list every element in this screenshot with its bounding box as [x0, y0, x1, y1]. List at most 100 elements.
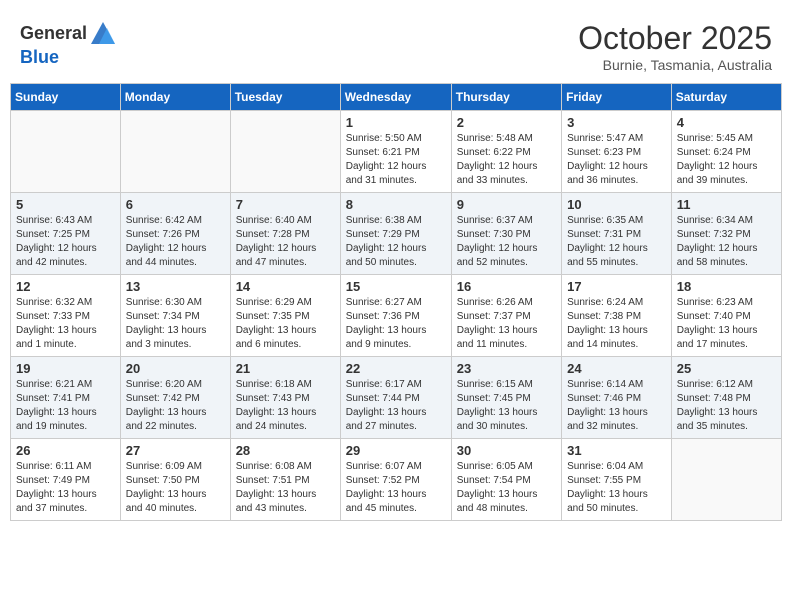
calendar-cell: 16 Sunrise: 6:26 AM Sunset: 7:37 PM Dayli…	[451, 275, 561, 357]
day-info: Sunrise: 6:34 AM Sunset: 7:32 PM Dayligh…	[677, 214, 776, 270]
calendar-week-row: 1 Sunrise: 5:50 AM Sunset: 6:21 PM Daylig…	[11, 111, 782, 193]
title-block: October 2025 Burnie, Tasmania, Australia	[578, 20, 772, 73]
day-info: Sunrise: 5:48 AM Sunset: 6:22 PM Dayligh…	[457, 132, 556, 188]
calendar-cell: 30 Sunrise: 6:05 AM Sunset: 7:54 PM Dayli…	[451, 439, 561, 521]
calendar-cell	[230, 111, 340, 193]
calendar-cell: 7Sunrise: 6:40 AM Sunset: 7:28 PM Daylig…	[230, 193, 340, 275]
day-info: Sunrise: 6:30 AM Sunset: 7:34 PM Dayligh…	[126, 296, 225, 352]
weekday-header-thursday: Thursday	[451, 84, 561, 111]
day-info: Sunrise: 6:17 AM Sunset: 7:44 PM Dayligh…	[346, 378, 446, 434]
calendar-cell: 3Sunrise: 5:47 AM Sunset: 6:23 PM Daylig…	[562, 111, 672, 193]
day-number: 28	[236, 443, 335, 458]
day-number: 20	[126, 361, 225, 376]
calendar-cell: 4 Sunrise: 5:45 AM Sunset: 6:24 PM Daylig…	[671, 111, 781, 193]
calendar-week-row: 19 Sunrise: 6:21 AM Sunset: 7:41 PM Dayli…	[11, 357, 782, 439]
day-number: 15	[346, 279, 446, 294]
weekday-header-tuesday: Tuesday	[230, 84, 340, 111]
calendar-cell: 13 Sunrise: 6:30 AM Sunset: 7:34 PM Dayli…	[120, 275, 230, 357]
calendar-cell: 17 Sunrise: 6:24 AM Sunset: 7:38 PM Dayli…	[562, 275, 672, 357]
calendar-table: SundayMondayTuesdayWednesdayThursdayFrid…	[10, 83, 782, 521]
month-title: October 2025	[578, 20, 772, 57]
calendar-cell: 23 Sunrise: 6:15 AM Sunset: 7:45 PM Dayli…	[451, 357, 561, 439]
day-info: Sunrise: 6:27 AM Sunset: 7:36 PM Dayligh…	[346, 296, 446, 352]
day-number: 14	[236, 279, 335, 294]
day-info: Sunrise: 5:50 AM Sunset: 6:21 PM Dayligh…	[346, 132, 446, 188]
location-title: Burnie, Tasmania, Australia	[578, 57, 772, 73]
calendar-cell: 31Sunrise: 6:04 AM Sunset: 7:55 PM Dayli…	[562, 439, 672, 521]
weekday-header-sunday: Sunday	[11, 84, 121, 111]
calendar-cell: 8 Sunrise: 6:38 AM Sunset: 7:29 PM Daylig…	[340, 193, 451, 275]
day-number: 10	[567, 197, 666, 212]
day-info: Sunrise: 6:24 AM Sunset: 7:38 PM Dayligh…	[567, 296, 666, 352]
logo-general: General	[20, 24, 87, 44]
weekday-header-friday: Friday	[562, 84, 672, 111]
calendar-cell: 12Sunrise: 6:32 AM Sunset: 7:33 PM Dayli…	[11, 275, 121, 357]
calendar-cell: 9 Sunrise: 6:37 AM Sunset: 7:30 PM Daylig…	[451, 193, 561, 275]
day-number: 1	[346, 115, 446, 130]
day-number: 9	[457, 197, 556, 212]
day-number: 19	[16, 361, 115, 376]
day-info: Sunrise: 6:12 AM Sunset: 7:48 PM Dayligh…	[677, 378, 776, 434]
day-info: Sunrise: 6:04 AM Sunset: 7:55 PM Dayligh…	[567, 460, 666, 516]
day-info: Sunrise: 6:15 AM Sunset: 7:45 PM Dayligh…	[457, 378, 556, 434]
logo-blue: Blue	[20, 47, 59, 67]
day-info: Sunrise: 6:38 AM Sunset: 7:29 PM Dayligh…	[346, 214, 446, 270]
day-info: Sunrise: 6:18 AM Sunset: 7:43 PM Dayligh…	[236, 378, 335, 434]
day-number: 13	[126, 279, 225, 294]
calendar-cell: 24 Sunrise: 6:14 AM Sunset: 7:46 PM Dayli…	[562, 357, 672, 439]
day-number: 8	[346, 197, 446, 212]
day-number: 26	[16, 443, 115, 458]
day-number: 4	[677, 115, 776, 130]
calendar-cell: 15 Sunrise: 6:27 AM Sunset: 7:36 PM Dayli…	[340, 275, 451, 357]
calendar-cell: 18Sunrise: 6:23 AM Sunset: 7:40 PM Dayli…	[671, 275, 781, 357]
day-info: Sunrise: 6:11 AM Sunset: 7:49 PM Dayligh…	[16, 460, 115, 516]
calendar-week-row: 26 Sunrise: 6:11 AM Sunset: 7:49 PM Dayli…	[11, 439, 782, 521]
day-number: 2	[457, 115, 556, 130]
day-number: 30	[457, 443, 556, 458]
day-info: Sunrise: 6:37 AM Sunset: 7:30 PM Dayligh…	[457, 214, 556, 270]
weekday-header-saturday: Saturday	[671, 84, 781, 111]
calendar-cell: 5Sunrise: 6:43 AM Sunset: 7:25 PM Daylig…	[11, 193, 121, 275]
calendar-cell: 10 Sunrise: 6:35 AM Sunset: 7:31 PM Dayli…	[562, 193, 672, 275]
calendar-week-row: 12Sunrise: 6:32 AM Sunset: 7:33 PM Dayli…	[11, 275, 782, 357]
day-info: Sunrise: 5:45 AM Sunset: 6:24 PM Dayligh…	[677, 132, 776, 188]
calendar-cell: 1 Sunrise: 5:50 AM Sunset: 6:21 PM Daylig…	[340, 111, 451, 193]
calendar-cell: 29 Sunrise: 6:07 AM Sunset: 7:52 PM Dayli…	[340, 439, 451, 521]
calendar-cell: 6 Sunrise: 6:42 AM Sunset: 7:26 PM Daylig…	[120, 193, 230, 275]
weekday-header-monday: Monday	[120, 84, 230, 111]
weekday-header-row: SundayMondayTuesdayWednesdayThursdayFrid…	[11, 84, 782, 111]
weekday-header-wednesday: Wednesday	[340, 84, 451, 111]
day-number: 17	[567, 279, 666, 294]
day-number: 3	[567, 115, 666, 130]
page-header: General Blue October 2025 Burnie, Tasman…	[10, 10, 782, 78]
day-number: 25	[677, 361, 776, 376]
day-info: Sunrise: 6:26 AM Sunset: 7:37 PM Dayligh…	[457, 296, 556, 352]
day-info: Sunrise: 6:05 AM Sunset: 7:54 PM Dayligh…	[457, 460, 556, 516]
day-info: Sunrise: 6:20 AM Sunset: 7:42 PM Dayligh…	[126, 378, 225, 434]
calendar-cell: 19 Sunrise: 6:21 AM Sunset: 7:41 PM Dayli…	[11, 357, 121, 439]
day-number: 21	[236, 361, 335, 376]
calendar-cell: 27Sunrise: 6:09 AM Sunset: 7:50 PM Dayli…	[120, 439, 230, 521]
calendar-cell: 28 Sunrise: 6:08 AM Sunset: 7:51 PM Dayli…	[230, 439, 340, 521]
calendar-cell: 25 Sunrise: 6:12 AM Sunset: 7:48 PM Dayli…	[671, 357, 781, 439]
calendar-cell: 21 Sunrise: 6:18 AM Sunset: 7:43 PM Dayli…	[230, 357, 340, 439]
day-info: Sunrise: 6:14 AM Sunset: 7:46 PM Dayligh…	[567, 378, 666, 434]
calendar-cell: 20 Sunrise: 6:20 AM Sunset: 7:42 PM Dayli…	[120, 357, 230, 439]
day-info: Sunrise: 6:35 AM Sunset: 7:31 PM Dayligh…	[567, 214, 666, 270]
day-number: 24	[567, 361, 666, 376]
day-info: Sunrise: 6:43 AM Sunset: 7:25 PM Dayligh…	[16, 214, 115, 270]
day-number: 16	[457, 279, 556, 294]
logo: General Blue	[20, 20, 117, 68]
logo-icon	[89, 20, 117, 48]
day-number: 18	[677, 279, 776, 294]
day-info: Sunrise: 6:07 AM Sunset: 7:52 PM Dayligh…	[346, 460, 446, 516]
day-info: Sunrise: 6:42 AM Sunset: 7:26 PM Dayligh…	[126, 214, 225, 270]
day-info: Sunrise: 6:32 AM Sunset: 7:33 PM Dayligh…	[16, 296, 115, 352]
calendar-cell: 22Sunrise: 6:17 AM Sunset: 7:44 PM Dayli…	[340, 357, 451, 439]
day-number: 23	[457, 361, 556, 376]
day-number: 29	[346, 443, 446, 458]
calendar-cell	[11, 111, 121, 193]
day-info: Sunrise: 6:08 AM Sunset: 7:51 PM Dayligh…	[236, 460, 335, 516]
day-info: Sunrise: 6:21 AM Sunset: 7:41 PM Dayligh…	[16, 378, 115, 434]
day-number: 6	[126, 197, 225, 212]
